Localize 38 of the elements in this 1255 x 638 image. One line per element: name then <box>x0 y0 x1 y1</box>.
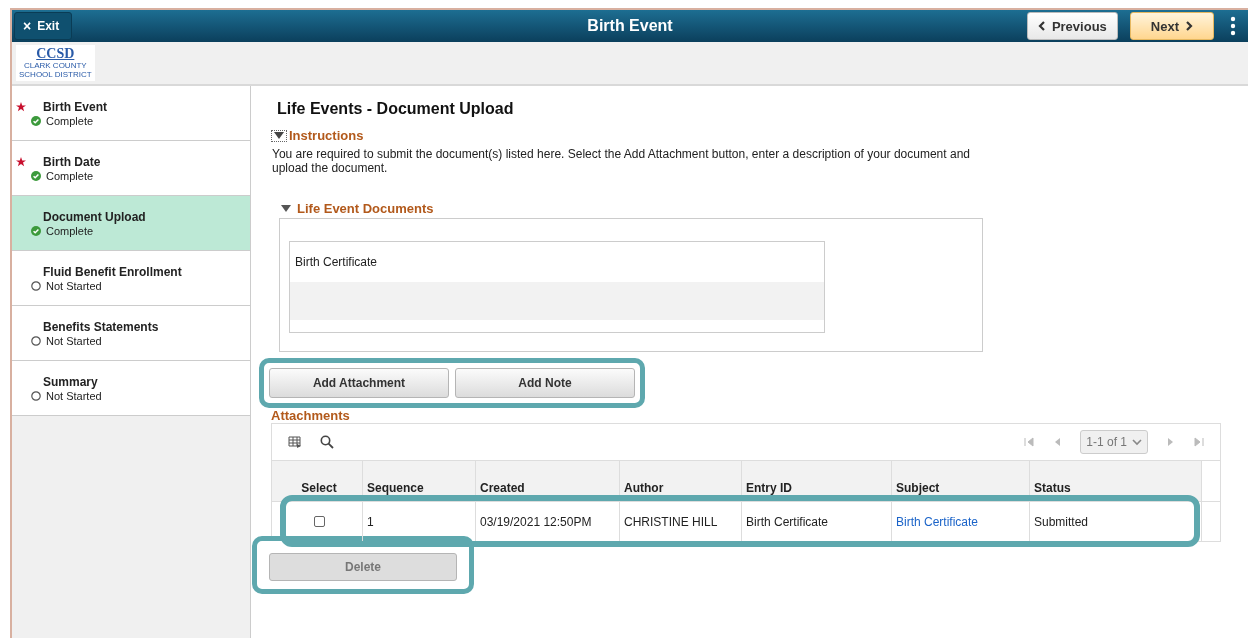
search-icon[interactable] <box>320 435 334 449</box>
collapse-arrow-icon[interactable] <box>281 205 291 212</box>
select-checkbox[interactable] <box>313 516 325 527</box>
sidebar-item[interactable]: Summary Not Started <box>12 361 250 416</box>
column-header: Select <box>300 480 338 497</box>
table-cell: Birth Certificate <box>741 501 891 541</box>
sidebar-item[interactable]: Benefits Statements Not Started <box>12 306 250 361</box>
sidebar-item[interactable]: Document Upload Complete <box>12 196 250 251</box>
action-button[interactable]: Add Attachment <box>269 368 449 398</box>
sidebar-item[interactable]: Birth Event Complete <box>12 86 250 141</box>
chevron-right-icon <box>1185 21 1193 31</box>
column-header: Sequence <box>362 461 475 501</box>
exit-button[interactable]: × Exit <box>14 12 73 40</box>
table-cell: 03/19/2021 12:50PM <box>475 501 619 541</box>
collapse-toggle-icon[interactable] <box>271 129 287 142</box>
sidebar-item[interactable]: Fluid Benefit Enrollment Not Started <box>12 251 250 306</box>
instructions-heading[interactable]: Instructions <box>289 128 364 143</box>
previous-button[interactable]: Previous <box>1026 12 1118 40</box>
table-cell: CHRISTINE HILL <box>619 501 741 541</box>
column-header: Entry ID <box>741 461 891 501</box>
grid-settings-icon[interactable] <box>288 436 302 448</box>
district-logo: CCSD CLARK COUNTY SCHOOL DISTRICT <box>16 45 95 81</box>
column-header: Author <box>619 461 741 501</box>
next-button[interactable]: Next <box>1129 12 1214 40</box>
action-button[interactable]: Add Note <box>455 368 635 398</box>
page-dropdown[interactable]: 1-1 of 1 <box>1080 430 1148 454</box>
attachments-heading: Attachments <box>271 408 351 423</box>
caret-icon <box>1132 438 1142 446</box>
documents-heading[interactable]: Life Event Documents <box>297 201 434 216</box>
subject-link[interactable]: Birth Certificate <box>896 514 979 529</box>
page-title: Life Events - Document Upload <box>277 100 515 118</box>
document-row-text: Birth Certificate <box>294 254 379 271</box>
instructions-text: You are required to submit the document(s) listed here. Select the Add Attachment button, enter a description of your document and upload the document. <box>272 147 971 175</box>
sidebar-item[interactable]: Birth Date Complete <box>12 141 250 196</box>
chevron-left-icon <box>1037 21 1046 31</box>
page-header-title: Birth Event <box>587 17 673 35</box>
column-header: Subject <box>891 461 1029 501</box>
column-header: Created <box>475 461 619 501</box>
